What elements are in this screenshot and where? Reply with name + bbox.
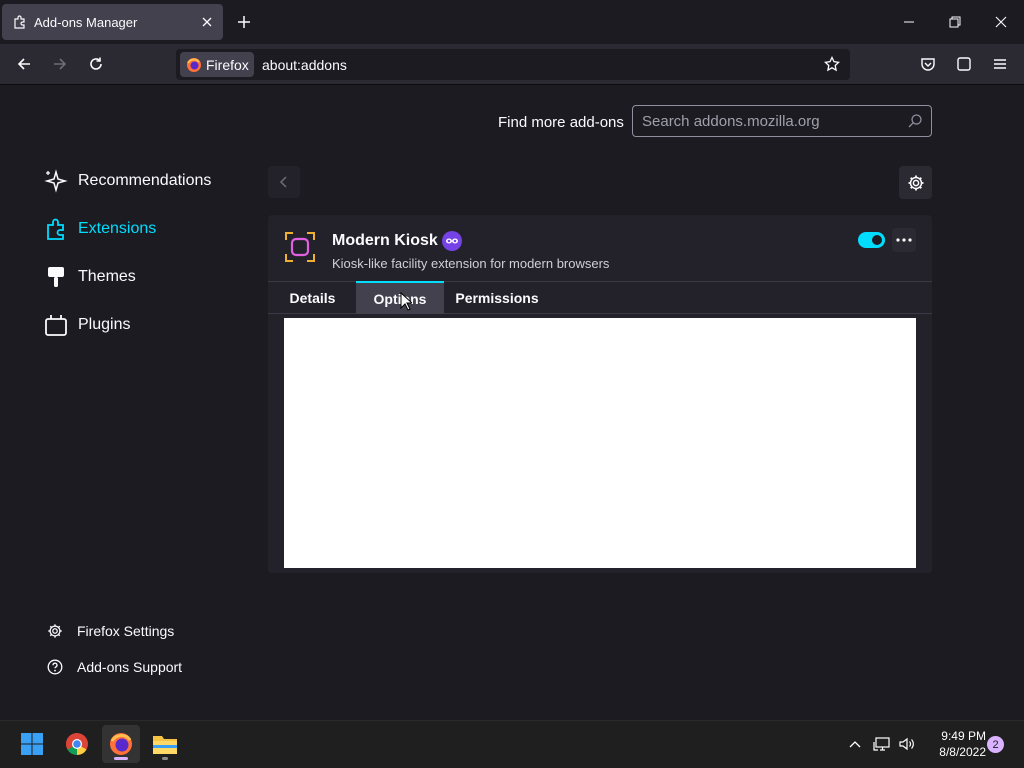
firefox-taskbar-icon[interactable]: [102, 725, 140, 763]
volume-icon[interactable]: [897, 733, 917, 755]
enable-toggle[interactable]: [858, 232, 885, 248]
url-text[interactable]: about:addons: [262, 57, 347, 73]
tab-addons-manager[interactable]: Add-ons Manager: [2, 4, 223, 40]
new-tab-button[interactable]: [232, 10, 256, 34]
puzzle-icon: [12, 14, 28, 30]
gear-icon: [908, 175, 923, 190]
plugin-icon: [44, 313, 68, 337]
puzzle-icon: [44, 217, 68, 241]
search-input[interactable]: [642, 112, 902, 130]
clock-time: 9:49 PM: [941, 729, 986, 743]
extensions-icon[interactable]: [949, 50, 979, 78]
brush-icon: [44, 265, 68, 289]
private-browsing-badge-icon: [442, 231, 462, 251]
firefox-logo-icon: [187, 57, 201, 72]
running-indicator: [162, 757, 168, 760]
reload-button[interactable]: [81, 50, 111, 78]
tab-details[interactable]: Details: [270, 281, 355, 314]
sidebar-item-label: Extensions: [78, 220, 157, 237]
modern-kiosk-icon: [284, 231, 316, 263]
search-box[interactable]: [632, 105, 932, 137]
footer-link-label: Firefox Settings: [77, 623, 175, 639]
gear-icon: [46, 622, 64, 640]
identity-label: Firefox: [206, 56, 249, 73]
sparkle-icon: [44, 169, 68, 193]
network-icon[interactable]: [872, 733, 892, 755]
hamburger-menu-icon[interactable]: [985, 50, 1015, 78]
identity-box[interactable]: Firefox: [180, 52, 254, 77]
toggle-knob: [872, 235, 882, 245]
addons-support-link[interactable]: Add-ons Support: [46, 658, 182, 676]
search-icon: [907, 113, 923, 134]
bookmark-star-icon[interactable]: [817, 50, 847, 78]
close-tab-icon[interactable]: [195, 10, 219, 34]
sidebar-item-themes[interactable]: Themes: [44, 265, 136, 289]
ellipsis-icon: [896, 238, 912, 242]
more-options-button[interactable]: [892, 228, 916, 252]
minimize-button[interactable]: [895, 8, 923, 36]
chevron-left-icon: [279, 176, 287, 188]
firefox-settings-link[interactable]: Firefox Settings: [46, 622, 174, 640]
back-to-list-button[interactable]: [268, 166, 300, 198]
chrome-icon[interactable]: [58, 725, 96, 763]
close-window-button[interactable]: [987, 8, 1015, 36]
tools-gear-button[interactable]: [899, 166, 932, 199]
back-button[interactable]: [9, 50, 39, 78]
sidebar-item-plugins[interactable]: Plugins: [44, 313, 130, 337]
tab-permissions[interactable]: Permissions: [446, 281, 548, 314]
addon-description: Kiosk-like facility extension for modern…: [332, 256, 610, 271]
windows-start-icon[interactable]: [13, 725, 51, 763]
sidebar-item-label: Plugins: [78, 316, 131, 333]
sidebar-item-recommendations[interactable]: Recommendations: [44, 169, 211, 193]
clock-date: 8/8/2022: [939, 745, 986, 759]
active-indicator: [114, 757, 128, 760]
footer-link-label: Add-ons Support: [77, 659, 183, 675]
mouse-cursor-icon: [400, 291, 414, 316]
tab-title: Add-ons Manager: [34, 14, 138, 30]
taskbar-clock[interactable]: 9:49 PM 8/8/2022: [924, 728, 986, 760]
pocket-icon[interactable]: [913, 50, 943, 78]
addon-name: Modern Kiosk: [332, 232, 438, 249]
tray-chevron-up-icon[interactable]: [846, 733, 864, 755]
sidebar-item-extensions[interactable]: Extensions: [44, 217, 156, 241]
sidebar-item-label: Recommendations: [78, 172, 212, 189]
options-panel[interactable]: [284, 318, 916, 568]
find-more-label: Find more add-ons: [498, 114, 624, 131]
help-icon: [46, 658, 64, 676]
file-explorer-icon[interactable]: [146, 725, 184, 763]
notification-badge[interactable]: 2: [987, 736, 1004, 753]
restore-button[interactable]: [941, 8, 969, 36]
sidebar-item-label: Themes: [78, 268, 136, 285]
forward-button[interactable]: [45, 50, 75, 78]
